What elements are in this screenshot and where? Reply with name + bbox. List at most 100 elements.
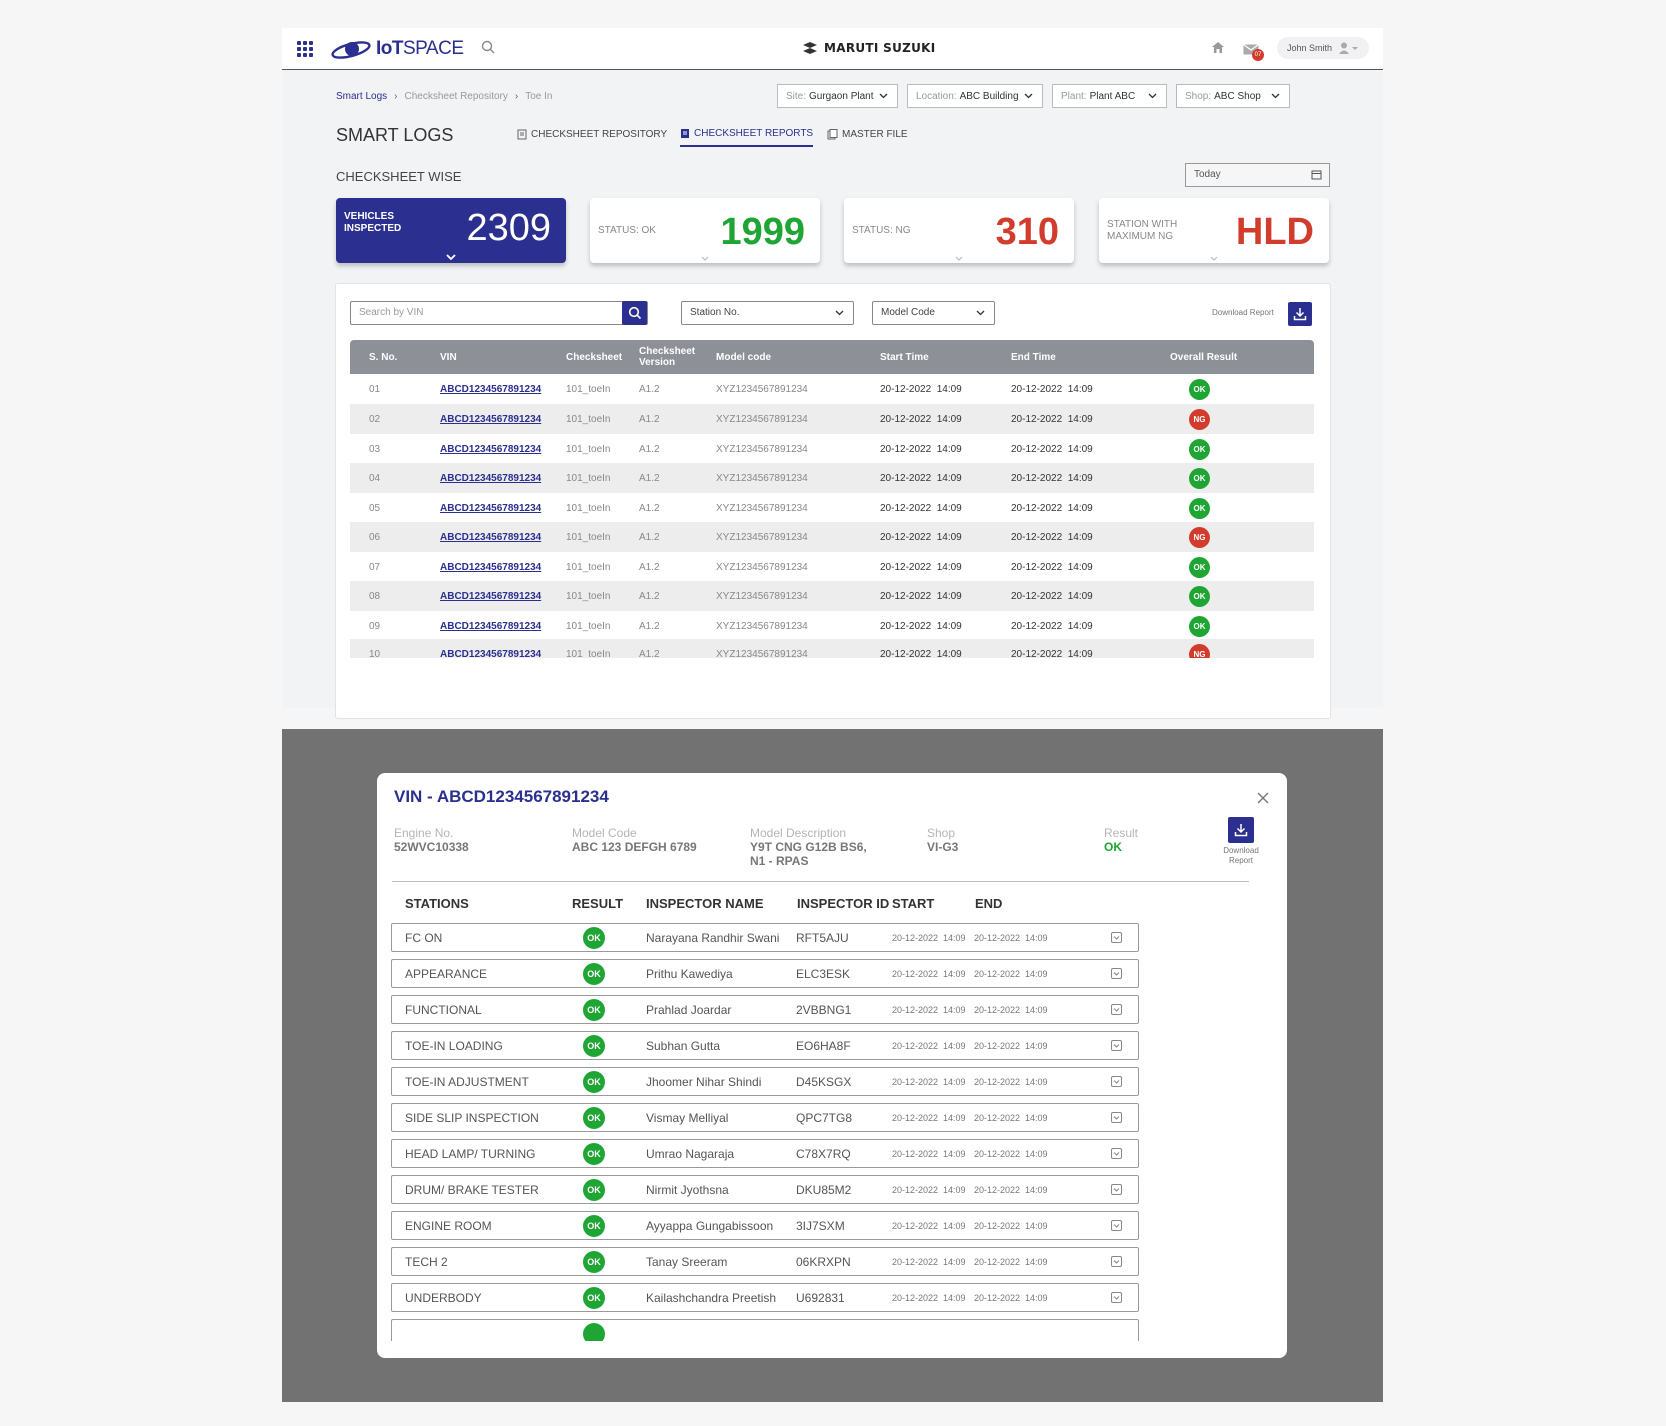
cell-checksheet: 101_toeIn [566,648,611,659]
cell-model: XYZ1234567891234 [716,648,808,659]
vin-link[interactable]: ABCD1234567891234 [440,374,541,404]
vin-link[interactable]: ABCD1234567891234 [440,463,541,493]
cell-checksheet: 101_toeIn [566,383,611,395]
model-description-field: Model Description Y9T CNG G12B BS6, N1 -… [750,826,875,868]
kpi-station-max-ng[interactable]: STATION WITH MAXIMUM NG HLD [1099,198,1329,263]
expand-row-icon[interactable] [1111,1112,1122,1123]
station-cell-inspector: Narayana Randhir Swani [646,930,780,945]
apps-grid-icon[interactable] [297,41,313,57]
home-icon[interactable] [1211,41,1225,59]
station-cell-end: 20-12-2022 14:09 [974,1076,1048,1087]
divider [392,881,1249,882]
kpi-status-ok[interactable]: STATUS: OK 1999 [590,198,820,263]
vin-search-input[interactable]: Search by VIN [350,301,648,325]
station-row[interactable] [391,1319,1139,1341]
cell-version: A1.2 [639,531,660,543]
date-filter[interactable]: Today [1185,163,1330,187]
plant-filter[interactable]: Plant: Plant ABC [1052,84,1167,108]
station-row[interactable]: FC ON Narayana Randhir Swani RFT5AJU 20-12-… [391,923,1139,952]
iot-space-logo[interactable]: IoTSPACE [330,35,464,63]
vin-link[interactable]: ABCD1234567891234 [440,404,541,434]
chevron-down-icon [1210,256,1218,261]
smart-logs-dashboard: IoTSPACE MARUTI SUZUKI 07 John Smith Sma… [282,28,1383,719]
expand-row-icon[interactable] [1111,1220,1122,1231]
expand-row-icon[interactable] [1111,1292,1122,1303]
vin-link[interactable]: ABCD1234567891234 [440,522,541,552]
cell-result: OK [1189,581,1210,611]
tab-checksheet-reports[interactable]: CHECKSHEET REPORTS [680,125,814,147]
station-row[interactable]: TOE-IN LOADING Subhan Gutta EO6HA8F 20-12-2… [391,1031,1139,1060]
expand-row-icon[interactable] [1111,1040,1122,1051]
modal-download-label[interactable]: Download Report [1213,846,1269,866]
tab-checksheet-repository[interactable]: CHECKSHEET REPOSITORY [517,125,667,143]
tab-master-file[interactable]: MASTER FILE [827,125,908,143]
cell-result: OK [1189,611,1210,641]
cell-end: 20-12-2022 14:09 [1011,502,1093,514]
vin-link[interactable]: ABCD1234567891234 [440,581,541,611]
expand-row-icon[interactable] [1111,1004,1122,1015]
station-cell-station: FUNCTIONAL [405,1002,482,1017]
reports-table-card: Search by VIN Station No. Model Code Dow… [335,283,1331,719]
breadcrumb-checksheet-repository[interactable]: Checksheet Repository [404,91,507,102]
station-row[interactable]: TOE-IN ADJUSTMENT Jhoomer Nihar Shindi D45… [391,1067,1139,1096]
search-icon[interactable] [481,40,495,59]
station-dropdown[interactable]: Station No. [681,301,854,325]
kpi-value: 1999 [720,211,805,253]
vin-search-button[interactable] [622,301,647,325]
site-filter[interactable]: Site: Gurgaon Plant [777,84,898,108]
model-code-dropdown[interactable]: Model Code [872,301,995,325]
download-report-label[interactable]: Download Report [1212,308,1274,317]
cell-version: A1.2 [639,620,660,632]
expand-row-icon[interactable] [1111,1184,1122,1195]
cell-checksheet: 101_toeIn [566,413,611,425]
expand-row-icon[interactable] [1111,1076,1122,1087]
station-row[interactable]: FUNCTIONAL Prahlad Joardar 2VBBNG1 20-12-20… [391,995,1139,1024]
kpi-status-ng[interactable]: STATUS: NG 310 [844,198,1074,263]
report-icon [681,128,689,138]
station-row[interactable]: HEAD LAMP/ TURNING Umrao Nagaraja C78X7RQ 2… [391,1139,1139,1168]
expand-row-icon[interactable] [1111,932,1122,943]
station-row[interactable]: UNDERBODY Kailashchandra Preetish U692831 2… [391,1283,1139,1312]
expand-row-icon[interactable] [1111,1148,1122,1159]
kpi-value: HLD [1235,211,1314,253]
cell-checksheet: 101_toeIn [566,531,611,543]
modal-download-button[interactable] [1228,817,1254,843]
result-badge: OK [1189,556,1210,578]
close-icon[interactable] [1257,791,1269,809]
station-row[interactable]: APPEARANCE Prithu Kawediya ELC3ESK 20-12-20… [391,959,1139,988]
chevron-down-icon [976,310,985,316]
cell-start: 20-12-2022 14:09 [880,531,962,543]
field-label: Shop [927,826,956,840]
user-menu[interactable]: John Smith [1277,37,1369,59]
table-row: 06 ABCD1234567891234 101_toeIn A1.2 XYZ12345… [350,522,1314,552]
station-cell-inspector: Jhoomer Nihar Shindi [646,1074,762,1089]
vin-link[interactable]: ABCD1234567891234 [440,552,541,582]
table-row: 01 ABCD1234567891234 101_toeIn A1.2 XYZ12345… [350,374,1314,404]
vin-link[interactable]: ABCD1234567891234 [440,639,541,659]
breadcrumb-separator-icon: › [514,91,519,102]
cell-sno: 01 [369,383,381,395]
station-row[interactable]: TECH 2 Tanay Sreeram 06KRXPN 20-12-2022 14:… [391,1247,1139,1276]
inspector-name-column-header: INSPECTOR NAME [646,896,764,911]
expand-row-icon[interactable] [1111,1256,1122,1267]
vin-link[interactable]: ABCD1234567891234 [440,611,541,641]
location-filter[interactable]: Location: ABC Building [907,84,1043,108]
kpi-vehicles-inspected[interactable]: VEHICLES INSPECTED 2309 [336,198,566,263]
breadcrumb-smart-logs[interactable]: Smart Logs [336,91,387,102]
cell-sno: 02 [369,413,381,425]
station-cell-id: QPC7TG8 [796,1110,853,1125]
station-row[interactable]: DRUM/ BRAKE TESTER Nirmit Jyothsna DKU85M2… [391,1175,1139,1204]
column-header: Overall Result [1170,351,1238,363]
site-filter-label: Site: [786,90,807,102]
vin-link[interactable]: ABCD1234567891234 [440,493,541,523]
download-report-button[interactable] [1288,302,1312,326]
vin-link[interactable]: ABCD1234567891234 [440,434,541,464]
station-cell-start: 20-12-2022 14:09 [892,932,966,943]
station-row[interactable]: ENGINE ROOM Ayyappa Gungabissoon 3IJ7SXM 20… [391,1211,1139,1240]
expand-row-icon[interactable] [1111,968,1122,979]
cell-start: 20-12-2022 14:09 [880,620,962,632]
shop-filter[interactable]: Shop: ABC Shop [1176,84,1290,108]
cell-result: OK [1189,434,1210,464]
result-badge: OK [1189,497,1210,519]
station-row[interactable]: SIDE SLIP INSPECTION Vismay Melliyal QPC7T… [391,1103,1139,1132]
